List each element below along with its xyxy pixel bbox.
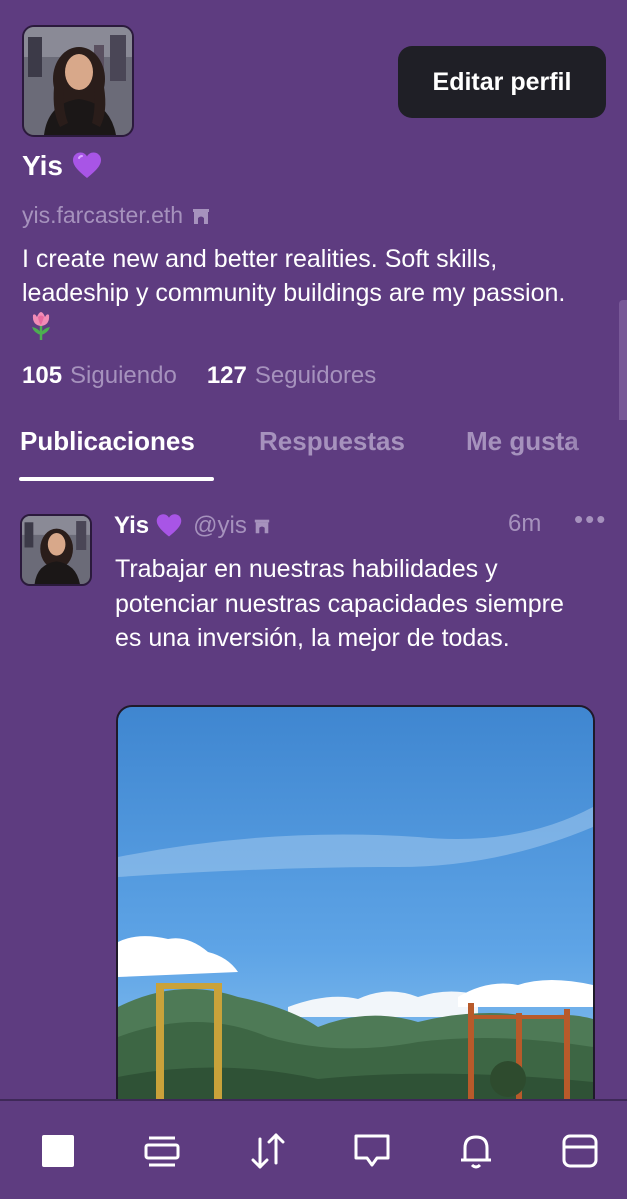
arch-icon <box>193 208 210 224</box>
tab-publicaciones[interactable]: Publicaciones <box>20 426 195 457</box>
profile-tabs: Publicaciones Respuestas Me gusta <box>0 420 627 482</box>
followers-label: Seguidores <box>254 362 377 389</box>
profile-page: Editar perfil Yis yis.farcaster.eth I cr… <box>0 0 627 1199</box>
notifications-icon[interactable] <box>454 1129 498 1173</box>
messages-icon[interactable] <box>350 1129 394 1173</box>
following-label: Siguiendo <box>70 362 177 389</box>
post-avatar[interactable] <box>20 514 92 586</box>
landscape-photo <box>118 707 593 1113</box>
profile-photo <box>24 27 132 135</box>
edit-profile-button[interactable]: Editar perfil <box>398 46 606 118</box>
tulip-icon <box>32 312 50 340</box>
post-handle-row: @yis <box>193 512 271 540</box>
post-author-photo <box>22 516 90 584</box>
post-image[interactable] <box>116 705 595 1115</box>
display-name: Yis <box>22 150 63 181</box>
followers-stat[interactable]: 127 Seguidores <box>207 362 376 390</box>
profile-stats: 105 Siguiendo 127 Seguidores <box>22 362 376 390</box>
post-author-row[interactable]: Yis <box>114 512 183 540</box>
username: yis.farcaster.eth <box>22 202 184 228</box>
following-count: 105 <box>22 362 63 389</box>
bio-text: I create new and better realities. Soft … <box>22 245 566 307</box>
arch-icon <box>254 519 270 534</box>
post-author: Yis <box>114 512 150 539</box>
username-row: yis.farcaster.eth <box>22 202 211 229</box>
active-tab-indicator <box>19 477 214 481</box>
purple-heart-icon <box>156 514 182 537</box>
tab-me-gusta[interactable]: Me gusta <box>466 426 579 457</box>
profile-bio: I create new and better realities. Soft … <box>22 242 602 344</box>
display-name-row: Yis <box>22 150 103 182</box>
following-stat[interactable]: 105 Siguiendo <box>22 362 177 390</box>
home-icon[interactable] <box>36 1129 80 1173</box>
feed-icon[interactable] <box>140 1129 184 1173</box>
post-handle: @yis <box>193 512 247 539</box>
post-text: Trabajar en nuestras habilidades y poten… <box>115 555 564 652</box>
tabs-fade <box>567 420 627 482</box>
trade-icon[interactable] <box>246 1129 290 1173</box>
tab-respuestas[interactable]: Respuestas <box>259 426 405 457</box>
bottom-nav <box>0 1099 627 1199</box>
profile-avatar[interactable] <box>22 25 134 137</box>
profile-icon[interactable] <box>558 1129 602 1173</box>
post-header: Yis @yis 6m ••• <box>114 504 614 544</box>
purple-heart-icon <box>73 152 101 178</box>
post-time: 6m <box>508 510 542 537</box>
followers-count: 127 <box>206 362 247 389</box>
more-options-icon[interactable]: ••• <box>574 504 607 535</box>
